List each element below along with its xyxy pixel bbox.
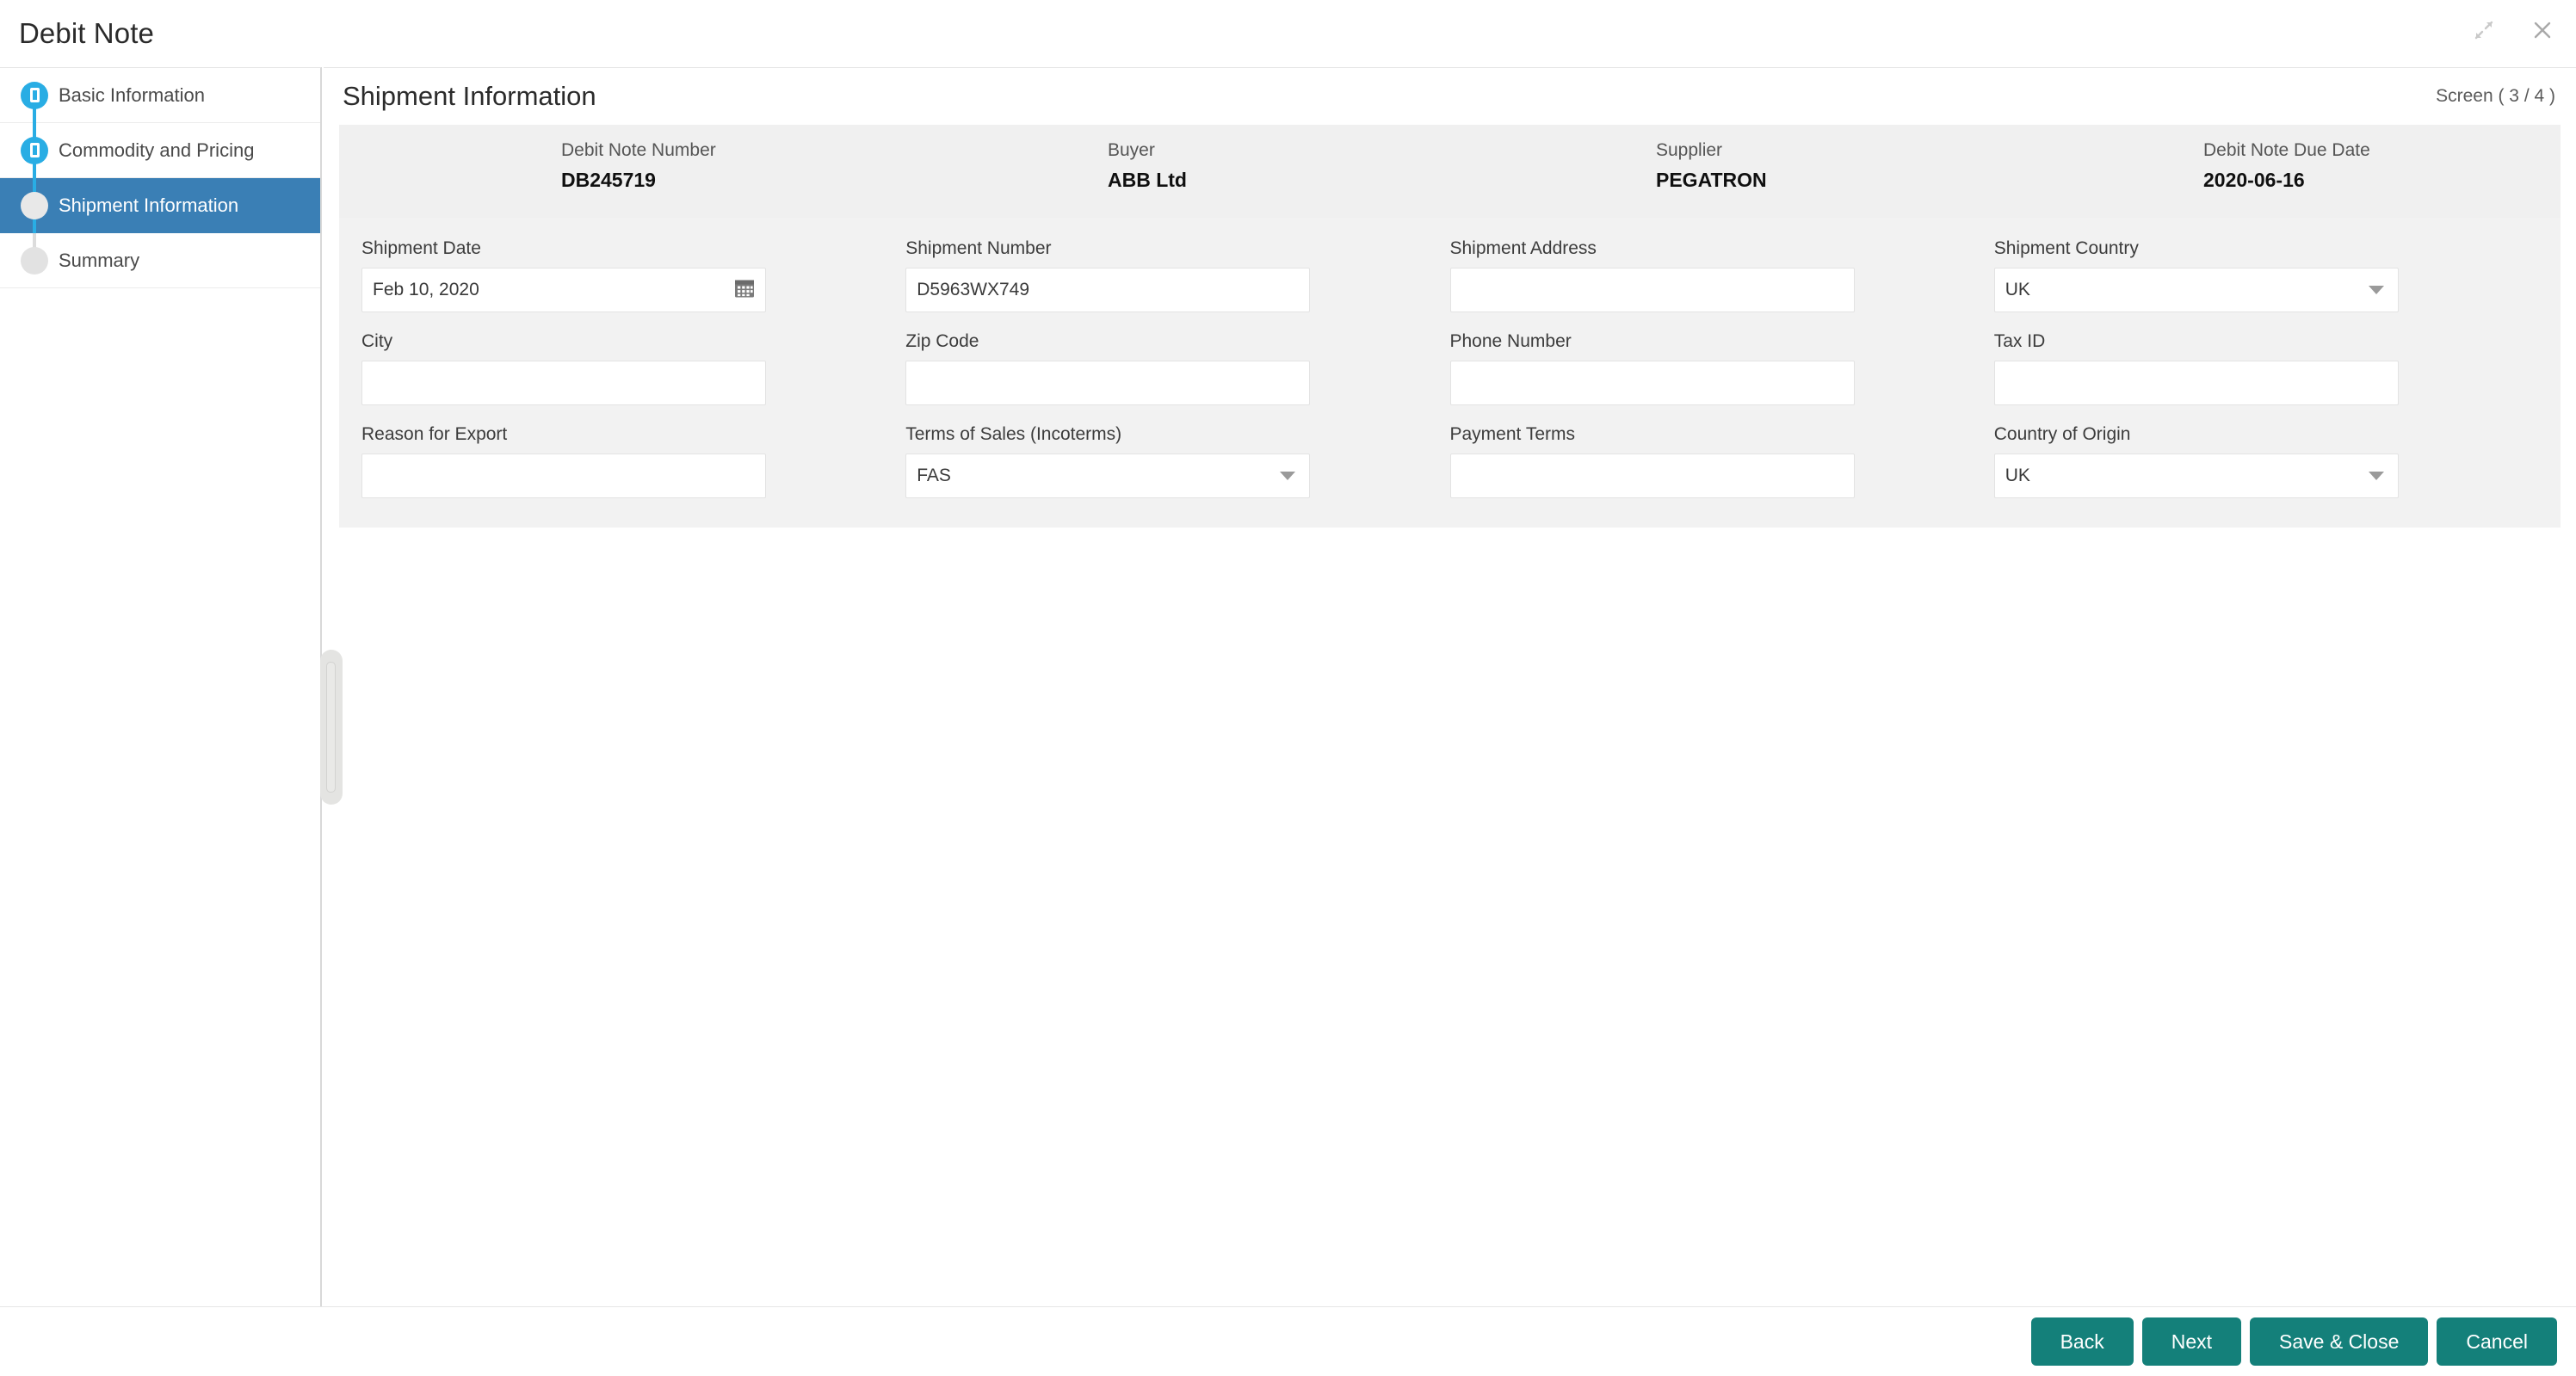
field-zip-code: Zip Code bbox=[905, 331, 1449, 405]
main-content: Shipment Information Screen ( 3 / 4 ) De… bbox=[324, 67, 2576, 1306]
sidebar-step-shipment-information[interactable]: Shipment Information bbox=[0, 178, 320, 233]
shipment-country-select[interactable]: UK bbox=[1993, 268, 2399, 312]
window-title-bar: Debit Note bbox=[0, 0, 2576, 67]
footer-action-bar: Back Next Save & Close Cancel bbox=[0, 1306, 2576, 1376]
field-shipment-country: Shipment Country UK bbox=[1993, 238, 2538, 312]
country-of-origin-select[interactable]: UK bbox=[1993, 454, 2399, 498]
field-reason-for-export: Reason for Export bbox=[361, 424, 905, 498]
back-button[interactable]: Back bbox=[2030, 1317, 2134, 1366]
field-shipment-address: Shipment Address bbox=[1449, 238, 1994, 312]
summary-value: ABB Ltd bbox=[1108, 169, 1187, 191]
field-label: Shipment Address bbox=[1449, 238, 1597, 258]
terms-of-sales-select[interactable]: FAS bbox=[905, 454, 1311, 498]
calendar-icon[interactable] bbox=[734, 278, 755, 303]
summary-field-debit-note-number: Debit Note Number DB245719 bbox=[561, 140, 716, 192]
sidebar-step-label: Commodity and Pricing bbox=[59, 139, 255, 161]
shipment-address-input[interactable] bbox=[1449, 268, 1855, 312]
zip-code-input[interactable] bbox=[905, 361, 1311, 405]
screen-counter: Screen ( 3 / 4 ) bbox=[2436, 86, 2555, 106]
sidebar-scrollbar[interactable] bbox=[320, 650, 343, 805]
sidebar-step-basic-information[interactable]: Basic Information bbox=[0, 68, 320, 123]
field-label: Shipment Country bbox=[1993, 238, 2139, 258]
summary-label: Buyer bbox=[1108, 140, 1155, 160]
footer-buttons: Back Next Save & Close Cancel bbox=[2030, 1317, 2557, 1366]
field-label: Terms of Sales (Incoterms) bbox=[905, 424, 1122, 444]
field-payment-terms: Payment Terms bbox=[1449, 424, 1994, 498]
summary-value: 2020-06-16 bbox=[2203, 169, 2305, 191]
sidebar-step-label: Basic Information bbox=[59, 83, 205, 106]
shipment-information-form: Shipment Date Feb 10, 2020 Shipment Numb… bbox=[339, 218, 2561, 528]
sidebar-scrollbar-thumb[interactable] bbox=[326, 662, 336, 793]
cancel-button[interactable]: Cancel bbox=[2437, 1317, 2557, 1366]
window-title: Debit Note bbox=[19, 17, 154, 49]
chevron-down-icon[interactable] bbox=[2368, 472, 2384, 480]
summary-value: PEGATRON bbox=[1656, 169, 1767, 191]
chevron-down-icon[interactable] bbox=[1280, 472, 1296, 480]
sidebar-step-commodity-and-pricing[interactable]: Commodity and Pricing bbox=[0, 123, 320, 178]
chevron-down-icon[interactable] bbox=[2368, 286, 2384, 294]
field-tax-id: Tax ID bbox=[1993, 331, 2538, 405]
summary-field-debit-note-due-date: Debit Note Due Date 2020-06-16 bbox=[2203, 140, 2370, 192]
form-row: City Zip Code Phone Number Tax ID bbox=[361, 331, 2538, 405]
field-value: UK bbox=[2005, 280, 2030, 299]
field-label: Payment Terms bbox=[1449, 424, 1576, 444]
summary-field-buyer: Buyer ABB Ltd bbox=[1108, 140, 1187, 192]
field-phone-number: Phone Number bbox=[1449, 331, 1994, 405]
field-label: Tax ID bbox=[1993, 331, 2046, 351]
sidebar-step-label: Shipment Information bbox=[59, 194, 239, 216]
next-button[interactable]: Next bbox=[2141, 1317, 2242, 1366]
summary-value: DB245719 bbox=[561, 169, 656, 191]
page-title: Shipment Information bbox=[343, 81, 596, 111]
shipment-date-input[interactable]: Feb 10, 2020 bbox=[361, 268, 766, 312]
field-label: Reason for Export bbox=[361, 424, 508, 444]
step-status-done-icon bbox=[21, 81, 48, 109]
reason-for-export-input[interactable] bbox=[361, 454, 766, 498]
field-label: City bbox=[361, 331, 393, 351]
form-row: Shipment Date Feb 10, 2020 Shipment Numb… bbox=[361, 238, 2538, 312]
field-city: City bbox=[361, 331, 905, 405]
field-terms-of-sales: Terms of Sales (Incoterms) FAS bbox=[905, 424, 1449, 498]
city-input[interactable] bbox=[361, 361, 766, 405]
field-value: FAS bbox=[917, 466, 951, 485]
step-status-done-icon bbox=[21, 136, 48, 164]
field-shipment-number: Shipment Number D5963WX749 bbox=[905, 238, 1449, 312]
field-label: Phone Number bbox=[1449, 331, 1572, 351]
close-icon[interactable] bbox=[2524, 12, 2561, 48]
panel-header: Shipment Information Screen ( 3 / 4 ) bbox=[324, 68, 2576, 125]
summary-label: Supplier bbox=[1656, 140, 1723, 160]
sidebar-step-summary[interactable]: Summary bbox=[0, 233, 320, 288]
step-status-active-icon bbox=[21, 191, 48, 219]
field-shipment-date: Shipment Date Feb 10, 2020 bbox=[361, 238, 905, 312]
debit-note-summary-bar: Debit Note Number DB245719 Buyer ABB Ltd… bbox=[339, 125, 2561, 218]
summary-label: Debit Note Due Date bbox=[2203, 140, 2370, 160]
window-controls bbox=[2466, 12, 2561, 48]
step-status-pending-icon bbox=[21, 246, 48, 275]
field-label: Country of Origin bbox=[1993, 424, 2131, 444]
form-row: Reason for Export Terms of Sales (Incote… bbox=[361, 424, 2538, 498]
restore-window-icon[interactable] bbox=[2466, 12, 2502, 48]
field-label: Shipment Number bbox=[905, 238, 1052, 258]
field-value: Feb 10, 2020 bbox=[373, 280, 479, 299]
phone-number-input[interactable] bbox=[1449, 361, 1855, 405]
field-country-of-origin: Country of Origin UK bbox=[1993, 424, 2538, 498]
field-label: Shipment Date bbox=[361, 238, 481, 258]
sidebar-step-label: Summary bbox=[59, 249, 140, 271]
field-value: D5963WX749 bbox=[917, 280, 1029, 299]
save-and-close-button[interactable]: Save & Close bbox=[2250, 1317, 2429, 1366]
field-label: Zip Code bbox=[905, 331, 979, 351]
tax-id-input[interactable] bbox=[1993, 361, 2399, 405]
payment-terms-input[interactable] bbox=[1449, 454, 1855, 498]
wizard-sidebar: Basic Information Commodity and Pricing … bbox=[0, 67, 322, 1306]
summary-label: Debit Note Number bbox=[561, 140, 716, 160]
shipment-number-input[interactable]: D5963WX749 bbox=[905, 268, 1311, 312]
summary-field-supplier: Supplier PEGATRON bbox=[1656, 140, 1767, 192]
field-value: UK bbox=[2005, 466, 2030, 485]
